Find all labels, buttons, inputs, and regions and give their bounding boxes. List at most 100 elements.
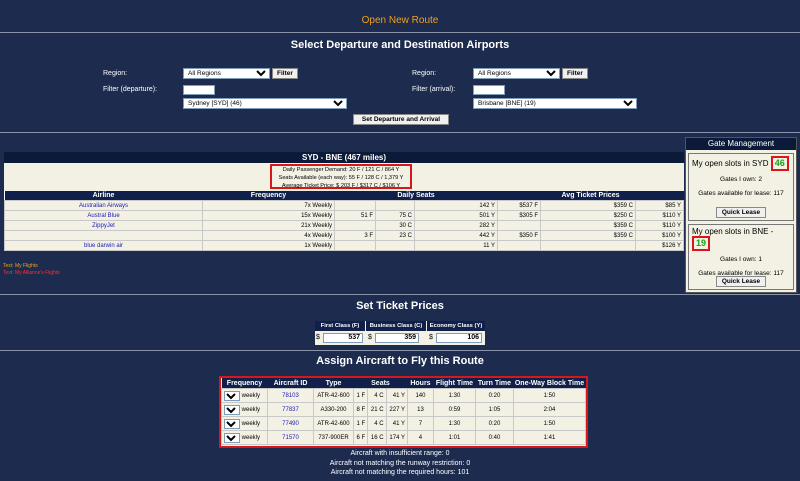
airline-link[interactable] xyxy=(4,230,203,241)
frequency-select[interactable]: 0 xyxy=(224,418,240,429)
business-price-input[interactable]: 359 xyxy=(375,333,419,343)
price-f: $537 F xyxy=(497,200,541,211)
table-row: 0 weekly 78103 ATR-42-600 1 F 4 C 41 Y 1… xyxy=(221,388,587,403)
frequency-cell: 21x Weekly xyxy=(202,220,335,231)
route-header: SYD - BNE (467 miles) xyxy=(4,152,684,163)
seats-f: 51 F xyxy=(334,210,376,221)
seats-c: 16 C xyxy=(367,430,387,445)
legend-alliance-flights: Text: My Alliance's Flights xyxy=(3,270,60,276)
departure-filter-input[interactable] xyxy=(183,85,215,95)
first-class-label: First Class (F) xyxy=(315,321,365,331)
col-hours: Hours xyxy=(407,378,434,389)
weekly-label: weekly xyxy=(241,420,261,427)
arrival-filter-input[interactable] xyxy=(473,85,505,95)
airline-link[interactable]: Australian Airways xyxy=(4,200,203,211)
demand-box: Daily Passenger Demand: 20 F / 121 C / 8… xyxy=(270,164,412,189)
route-info: Daily Passenger Demand: 20 F / 121 C / 8… xyxy=(4,163,684,191)
table-row: ZippyJet 21x Weekly 30 C 282 Y $359 C $1… xyxy=(4,220,684,231)
seats-c xyxy=(375,240,415,251)
seats-y: 501 Y xyxy=(414,210,498,221)
frequency-select[interactable]: 0 xyxy=(224,390,240,401)
price-y: $100 Y xyxy=(635,230,684,241)
syd-gates-own: Gates I own: 2 xyxy=(720,176,762,183)
required-hours-text: Aircraft not matching the required hours… xyxy=(330,469,470,476)
col-airline: Airline xyxy=(4,191,203,201)
price-y: $85 Y xyxy=(635,200,684,211)
business-class-label: Business Class (C) xyxy=(366,321,426,331)
frequency-cell: 15x Weekly xyxy=(202,210,335,221)
flight-time: 1:30 xyxy=(432,388,476,403)
arrival-airport-select[interactable]: Brisbane [BNE] (19) xyxy=(473,98,637,109)
gate-syd-box: My open slots in SYD 46 Gates I own: 2 G… xyxy=(688,153,794,221)
aircraft-id-link[interactable]: 78103 xyxy=(267,388,314,403)
frequency-cell: 4x Weekly xyxy=(202,230,335,241)
average-ticket-price: Average Ticket Price: $ 203 F / $317 C /… xyxy=(281,183,401,189)
aircraft-id-link[interactable]: 77490 xyxy=(267,416,314,431)
insufficient-range-text: Aircraft with insufficient range: 0 xyxy=(350,450,450,457)
seats-c: 4 C xyxy=(367,416,387,431)
bne-slots-value: 19 xyxy=(692,236,711,251)
table-row: 0 weekly 77837 A330-200 8 F 21 C 227 Y 1… xyxy=(221,402,587,417)
bne-quick-lease-button[interactable]: Quick Lease xyxy=(716,276,766,287)
currency-symbol: $ xyxy=(316,334,320,341)
seats-f: 8 F xyxy=(352,402,369,417)
arrival-region-select[interactable]: All Regions xyxy=(473,68,560,79)
seats-c: 21 C xyxy=(367,402,387,417)
aircraft-id-link[interactable]: 77837 xyxy=(267,402,314,417)
syd-quick-lease-button[interactable]: Quick Lease xyxy=(716,207,766,218)
seats-f xyxy=(334,220,376,231)
frequency-cell: 7x Weekly xyxy=(202,200,335,211)
ticket-prices-table: First Class (F) Business Class (C) Econo… xyxy=(315,321,485,345)
assign-aircraft-heading: Assign Aircraft to Fly this Route xyxy=(316,355,484,367)
airline-link[interactable]: blue darwin air xyxy=(4,240,203,251)
seats-f xyxy=(334,200,376,211)
seats-f: 1 F xyxy=(352,388,369,403)
price-y: $126 Y xyxy=(635,240,684,251)
aircraft-type: 737-900ER xyxy=(313,430,354,445)
weekly-label: weekly xyxy=(241,434,261,441)
aircraft-table-box: Frequency Aircraft ID Type Seats Hours F… xyxy=(219,376,588,448)
bne-slots-label: My open slots in BNE - xyxy=(692,227,774,236)
seats-y: 282 Y xyxy=(414,220,498,231)
col-turn-time: Turn Time xyxy=(475,378,514,389)
aircraft-table: Frequency Aircraft ID Type Seats Hours F… xyxy=(221,378,587,445)
syd-slots-label: My open slots in SYD xyxy=(692,159,769,168)
turn-time: 0:20 xyxy=(474,388,514,403)
flight-time: 0:59 xyxy=(432,402,476,417)
price-f xyxy=(497,240,541,251)
departure-airport-select[interactable]: Sydney [SYD] (46) xyxy=(183,98,347,109)
airline-link[interactable]: Austral Blue xyxy=(4,210,203,221)
gate-management-panel: Gate Management My open slots in SYD 46 … xyxy=(685,137,797,293)
frequency-select[interactable]: 0 xyxy=(224,432,240,443)
seats-c: 4 C xyxy=(367,388,387,403)
price-c: $250 C xyxy=(540,210,636,221)
aircraft-type: ATR-42-600 xyxy=(313,416,354,431)
hours: 4 xyxy=(406,430,434,445)
departure-filter-label: Filter (departure): xyxy=(103,86,158,93)
departure-region-select[interactable]: All Regions xyxy=(183,68,270,79)
set-departure-arrival-button[interactable]: Set Departure and Arrival xyxy=(353,114,449,125)
seats-c: 75 C xyxy=(375,210,415,221)
seats-c: 30 C xyxy=(375,220,415,231)
arrival-filter-label: Filter (arrival): xyxy=(412,86,456,93)
airline-link[interactable]: ZippyJet xyxy=(4,220,203,231)
col-aircraft-id: Aircraft ID xyxy=(267,378,314,389)
col-block-time: One-Way Block Time xyxy=(513,378,586,389)
economy-price-input[interactable]: 106 xyxy=(436,333,482,343)
col-frequency: Frequency xyxy=(202,191,335,201)
seats-y: 142 Y xyxy=(414,200,498,211)
aircraft-id-link[interactable]: 71570 xyxy=(267,430,314,445)
divider xyxy=(0,32,800,33)
frequency-cell: 1x Weekly xyxy=(202,240,335,251)
first-price-input[interactable]: 537 xyxy=(323,333,363,343)
syd-slots-value: 46 xyxy=(770,156,789,171)
runway-restriction-text: Aircraft not matching the runway restric… xyxy=(329,460,471,467)
aircraft-type: A330-200 xyxy=(313,402,354,417)
legend-my-flights: Text: My Flights xyxy=(3,263,38,269)
frequency-select[interactable]: 0 xyxy=(224,404,240,415)
departure-filter-button[interactable]: Filter xyxy=(272,68,298,79)
col-seats: Seats xyxy=(353,378,408,389)
table-row: 0 weekly 71570 737-900ER 6 F 16 C 174 Y … xyxy=(221,430,587,445)
table-row: 4x Weekly 3 F 23 C 442 Y $350 F $359 C $… xyxy=(4,230,684,241)
arrival-filter-button[interactable]: Filter xyxy=(562,68,588,79)
